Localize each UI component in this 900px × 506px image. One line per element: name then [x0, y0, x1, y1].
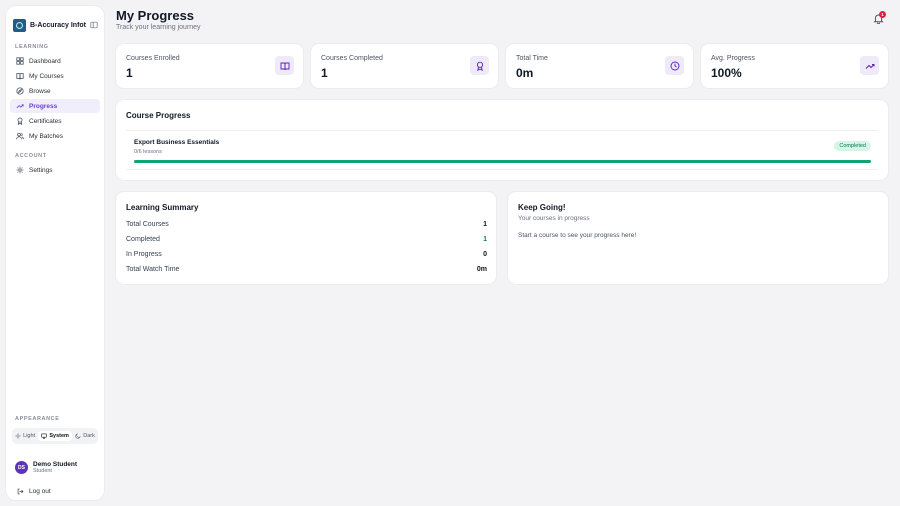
clock-icon	[665, 56, 684, 75]
appearance-switcher: Light System Dark	[12, 428, 98, 444]
trending-up-icon	[16, 102, 24, 110]
summary-label: Completed	[126, 236, 160, 243]
keep-going-card: Keep Going! Your courses in progress Sta…	[508, 192, 888, 284]
theme-dark-option[interactable]: Dark	[72, 431, 98, 441]
stat-label: Avg. Progress	[711, 55, 755, 62]
sidebar-item-label: My Courses	[29, 72, 64, 80]
page-title: My Progress	[116, 8, 195, 23]
theme-dark-label: Dark	[83, 433, 95, 439]
award-icon	[16, 117, 24, 125]
summary-label: Total Watch Time	[126, 266, 180, 273]
sidebar-item-settings[interactable]: Settings	[10, 163, 100, 177]
section-label-appearance: APPEARANCE	[15, 416, 60, 422]
summary-value: 0	[483, 251, 487, 258]
status-badge: Completed	[834, 141, 871, 151]
sidebar-item-label: Progress	[29, 102, 58, 110]
card-subtitle: Your courses in progress	[518, 215, 590, 222]
trending-up-icon	[860, 56, 879, 75]
card-title: Learning Summary	[126, 203, 199, 212]
empty-state-text: Start a course to see your progress here…	[518, 232, 637, 239]
award-icon	[470, 56, 489, 75]
progress-bar	[134, 160, 871, 163]
learning-summary-card: Learning Summary Total Courses 1 Complet…	[116, 192, 496, 284]
gear-icon	[16, 166, 24, 174]
summary-row: Total Courses 1	[126, 221, 487, 228]
sidebar: B-Accuracy Infote... LEARNING Dashboard …	[6, 6, 104, 500]
stat-label: Total Time	[516, 55, 548, 62]
stat-value: 100%	[711, 66, 742, 80]
summary-label: Total Courses	[126, 221, 169, 228]
course-progress-row[interactable]: Export Business Essentials 0/6 lessons C…	[126, 130, 878, 170]
course-progress-card: Course Progress Export Business Essentia…	[116, 100, 888, 180]
sidebar-item-label: Certificates	[29, 117, 62, 125]
page-subtitle: Track your learning journey	[116, 24, 201, 31]
summary-row: In Progress 0	[126, 251, 487, 258]
stat-label: Courses Completed	[321, 55, 383, 62]
monitor-icon	[41, 433, 48, 439]
theme-system-option[interactable]: System	[38, 431, 72, 441]
sidebar-item-label: Settings	[29, 166, 53, 174]
course-name: Export Business Essentials	[134, 139, 220, 146]
course-lessons: 0/6 lessons	[134, 149, 162, 155]
card-title: Course Progress	[126, 111, 191, 120]
stat-label: Courses Enrolled	[126, 55, 180, 62]
sidebar-item-my-batches[interactable]: My Batches	[10, 129, 100, 143]
users-icon	[16, 132, 24, 140]
compass-icon	[16, 87, 24, 95]
sidebar-item-label: Dashboard	[29, 57, 61, 65]
stat-value: 1	[321, 66, 328, 80]
section-label-account: ACCOUNT	[15, 153, 47, 159]
stat-value: 1	[126, 66, 133, 80]
logout-icon	[17, 488, 24, 495]
summary-row: Total Watch Time 0m	[126, 266, 487, 273]
brand[interactable]: B-Accuracy Infote...	[13, 13, 99, 37]
book-icon	[275, 56, 294, 75]
stat-card-total-time: Total Time 0m	[506, 44, 693, 88]
notifications-button[interactable]: 1	[873, 11, 887, 27]
sidebar-item-browse[interactable]: Browse	[10, 84, 100, 98]
stat-card-completed: Courses Completed 1	[311, 44, 498, 88]
dashboard-icon	[16, 57, 24, 65]
avatar: DS	[15, 461, 28, 474]
brand-name: B-Accuracy Infote...	[30, 21, 86, 29]
stat-card-enrolled: Courses Enrolled 1	[116, 44, 303, 88]
moon-icon	[75, 433, 81, 439]
user-role: Student	[33, 468, 52, 474]
summary-label: In Progress	[126, 251, 162, 258]
stat-card-avg-progress: Avg. Progress 100%	[701, 44, 888, 88]
section-label-learning: LEARNING	[15, 44, 49, 50]
book-icon	[16, 72, 24, 80]
progress-bar-fill	[134, 160, 871, 163]
sidebar-toggle-icon[interactable]	[90, 21, 98, 29]
user-profile[interactable]: DS Demo Student Student	[15, 461, 77, 474]
sidebar-item-label: My Batches	[29, 132, 63, 140]
summary-value: 1	[483, 221, 487, 228]
logout-button[interactable]: Log out	[17, 488, 51, 495]
logout-label: Log out	[29, 488, 51, 495]
sidebar-item-dashboard[interactable]: Dashboard	[10, 54, 100, 68]
sidebar-item-my-courses[interactable]: My Courses	[10, 69, 100, 83]
user-name: Demo Student	[33, 461, 78, 468]
summary-row: Completed 1	[126, 236, 487, 243]
brand-logo	[13, 18, 26, 32]
sidebar-item-label: Browse	[29, 87, 51, 95]
sidebar-item-certificates[interactable]: Certificates	[10, 114, 100, 128]
card-title: Keep Going!	[518, 203, 566, 212]
sidebar-item-progress[interactable]: Progress	[10, 99, 100, 113]
summary-value: 0m	[476, 266, 487, 273]
notification-count-badge: 1	[879, 11, 886, 18]
summary-value: 1	[483, 236, 487, 243]
theme-system-label: System	[49, 433, 69, 439]
theme-light-option[interactable]: Light	[12, 431, 38, 441]
theme-light-label: Light	[23, 433, 36, 439]
stat-value: 0m	[516, 66, 534, 80]
sun-icon	[15, 433, 21, 439]
